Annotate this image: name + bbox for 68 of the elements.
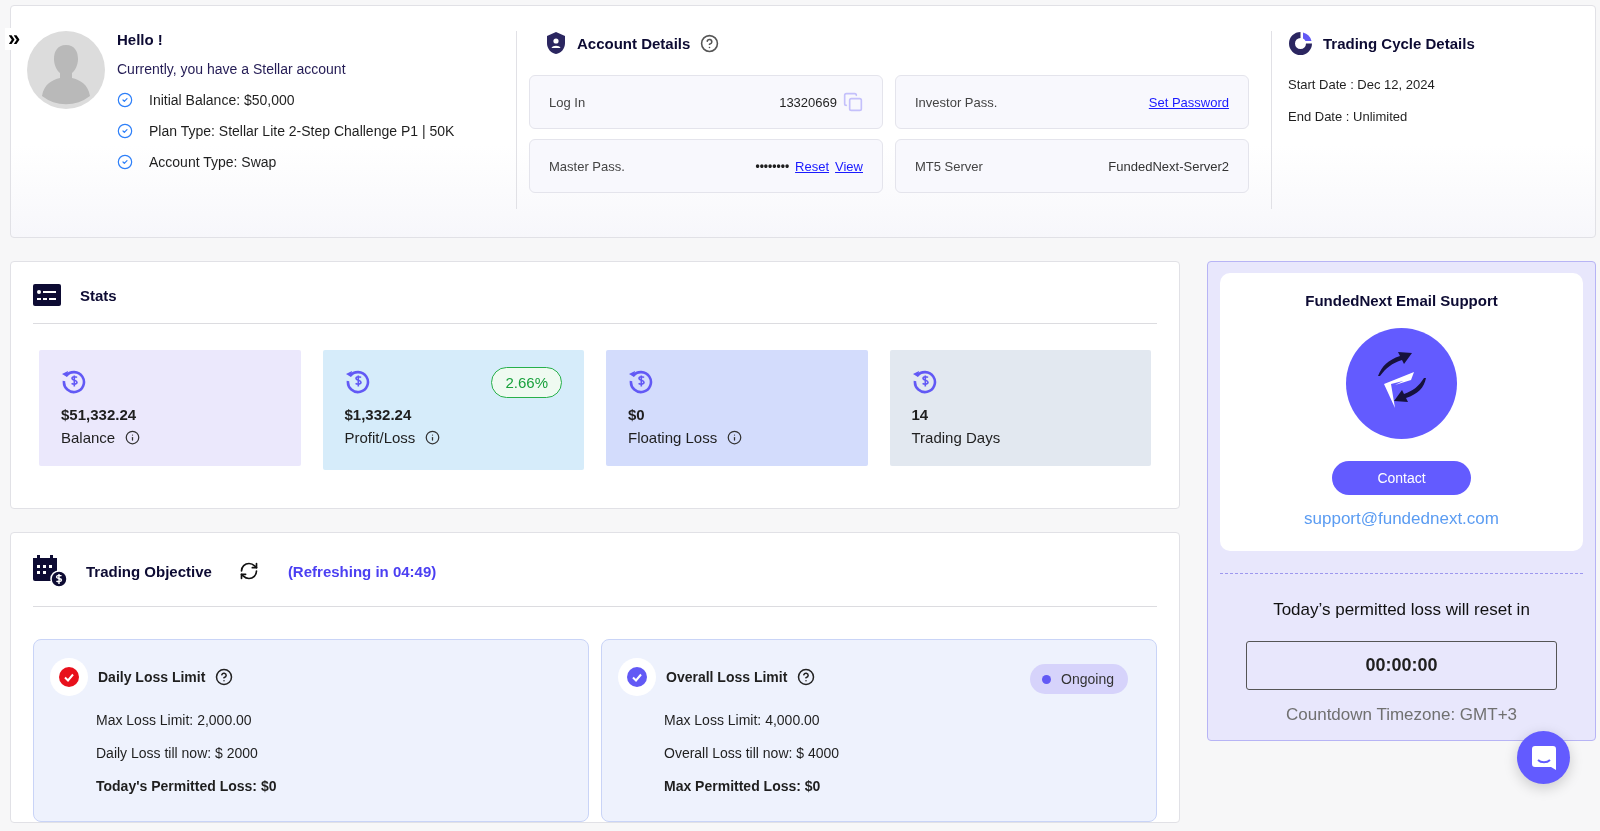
stat-label: Profit/Loss (344, 429, 416, 446)
chat-icon (1530, 744, 1557, 771)
contact-button[interactable]: Contact (1332, 461, 1471, 495)
check-icon (117, 92, 133, 108)
field-label: Log In (549, 94, 586, 110)
refresh-countdown: (Refreshing in 04:49) (287, 562, 437, 580)
objective-line: Overall Loss till now: $ 4000 (664, 745, 841, 761)
stat-value: $1,332.24 (344, 406, 413, 423)
reset-text: Today’s permitted loss will reset in (1273, 600, 1530, 620)
field-label: Master Pass. (549, 158, 625, 174)
info-icon[interactable] (727, 430, 743, 445)
field-value: 13320669 (779, 94, 837, 110)
stat-label: Balance (61, 429, 116, 446)
dollar-refresh-icon (344, 368, 371, 394)
field-value: FundedNext-Server2 (1108, 158, 1229, 174)
masked-value: •••••••• (755, 159, 790, 173)
logo-icon (1346, 328, 1457, 439)
cycle-icon (1288, 31, 1313, 56)
field-label: MT5 Server (915, 158, 983, 174)
support-title: FundedNext Email Support (1305, 292, 1498, 309)
objective-total: Max Permitted Loss: $0 (664, 778, 822, 794)
objective-line: Daily Loss till now: $ 2000 (96, 745, 259, 761)
section-title: Stats (80, 286, 117, 304)
section-title: Account Details (577, 34, 691, 52)
account-fact: Plan Type: Stellar Lite 2-Step Challenge P1 | 50K (149, 123, 455, 139)
calendar-dollar-icon (33, 555, 67, 587)
objective-line: Max Loss Limit: 2,000.00 (96, 712, 253, 728)
info-icon[interactable] (425, 430, 441, 445)
timezone-text: Countdown Timezone: GMT+3 (1286, 705, 1517, 725)
greeting-text: Currently, you have a Stellar account (117, 61, 347, 77)
status-badge: Ongoing (1030, 664, 1128, 694)
id-card-icon (33, 284, 61, 306)
percent-badge: 2.66% (491, 367, 562, 398)
dollar-refresh-icon (61, 368, 87, 394)
stat-value: $0 (628, 406, 646, 423)
objective-total: Today's Permitted Loss: $0 (96, 778, 278, 794)
cycle-date: End Date : Unlimited (1288, 109, 1409, 124)
account-fact: Initial Balance: $50,000 (149, 92, 295, 108)
help-icon[interactable] (797, 668, 816, 686)
check-icon (59, 667, 79, 687)
dollar-refresh-icon (911, 368, 938, 394)
stat-label: Floating Loss (628, 429, 718, 446)
section-title: Trading Objective (86, 562, 212, 580)
objective-line: Max Loss Limit: 4,000.00 (664, 712, 821, 728)
help-icon[interactable] (215, 668, 234, 686)
check-icon (117, 123, 133, 139)
refresh-icon[interactable] (238, 561, 259, 581)
field-label: Investor Pass. (915, 94, 998, 110)
stat-label: Trading Days (911, 429, 1001, 446)
objective-title: Daily Loss Limit (98, 669, 206, 685)
dollar-refresh-icon (628, 368, 654, 394)
check-icon (627, 667, 647, 687)
link[interactable]: Reset (795, 158, 830, 174)
greeting-title: Hello ! (117, 31, 164, 48)
objective-title: Overall Loss Limit (666, 669, 788, 685)
stat-value: $51,332.24 (61, 406, 138, 423)
cycle-date: Start Date : Dec 12, 2024 (1288, 77, 1436, 92)
section-title: Trading Cycle Details (1323, 35, 1475, 52)
link[interactable]: Set Password (1148, 94, 1229, 110)
link[interactable]: View (835, 158, 863, 174)
check-icon (117, 154, 133, 170)
help-icon[interactable] (700, 33, 720, 53)
shield-icon (545, 31, 567, 55)
countdown-timer: 00:00:00 (1246, 641, 1557, 690)
chat-button[interactable] (1517, 731, 1570, 784)
account-fact: Account Type: Swap (149, 154, 277, 170)
info-icon[interactable] (125, 430, 141, 445)
stat-value: 14 (911, 406, 930, 423)
